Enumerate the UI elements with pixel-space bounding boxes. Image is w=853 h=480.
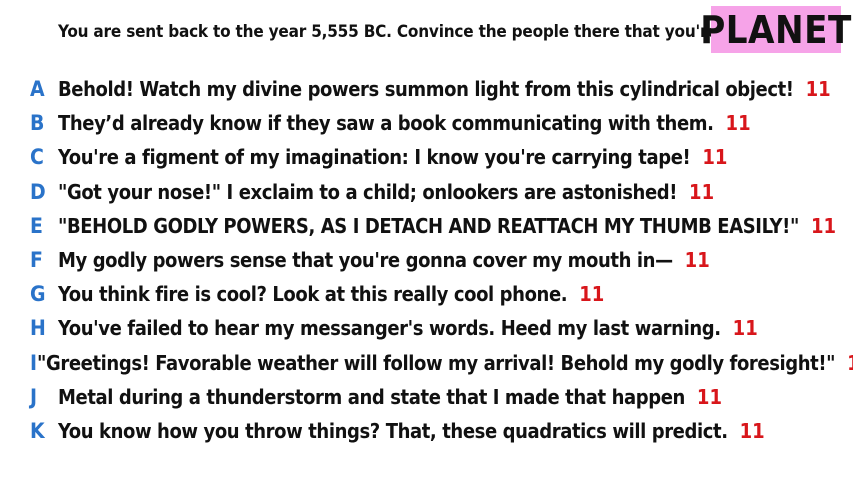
answer-letter: H: [30, 316, 46, 341]
answer-score: 11: [732, 316, 758, 341]
answer-text: "Greetings! Favorable weather will follo…: [37, 350, 836, 375]
answer-row: C You're a figment of my imagination: I …: [0, 140, 853, 174]
answer-text: "Got your nose!" I exclaim to a child; o…: [58, 179, 678, 204]
answer-score: 11: [702, 145, 728, 170]
answer-text: You've failed to hear my messanger's wor…: [58, 316, 721, 341]
answer-row: B They’d already know if they saw a book…: [0, 106, 853, 140]
answer-row: D "Got your nose!" I exclaim to a child;…: [0, 175, 853, 209]
answer-text: You're a figment of my imagination: I kn…: [58, 145, 691, 170]
answer-text: "BEHOLD GODLY POWERS, AS I DETACH AND RE…: [58, 213, 799, 238]
answer-text: You think fire is cool? Look at this rea…: [58, 282, 568, 307]
answer-score: 11: [725, 111, 751, 136]
answer-score: 11: [847, 351, 853, 375]
answer-score: 11: [739, 418, 765, 443]
answer-row: I "Greetings! Favorable weather will fol…: [0, 346, 853, 380]
answer-score: 11: [684, 248, 710, 273]
answer-text: My godly powers sense that you're gonna …: [58, 248, 673, 273]
answer-score: 11: [579, 282, 605, 307]
answer-letter: B: [30, 111, 45, 136]
answer-list: A Behold! Watch my divine powers summon …: [0, 72, 853, 448]
answer-letter: F: [30, 248, 43, 273]
answer-text: You know how you throw things? That, the…: [58, 418, 728, 443]
answer-text: Metal during a thunderstorm and state th…: [58, 384, 685, 409]
answer-row: G You think fire is cool? Look at this r…: [0, 277, 853, 311]
answer-letter: J: [30, 384, 38, 409]
answer-score: 11: [805, 77, 831, 102]
answer-score: 11: [689, 179, 715, 204]
question-prompt: You are sent back to the year 5,555 BC. …: [58, 22, 776, 42]
answer-row: J Metal during a thunderstorm and state …: [0, 380, 853, 414]
answer-text: They’d already know if they saw a book c…: [58, 111, 714, 136]
answer-text: Behold! Watch my divine powers summon li…: [58, 77, 794, 102]
answer-letter: I: [30, 350, 38, 375]
answer-letter: G: [30, 282, 46, 307]
answer-row: A Behold! Watch my divine powers summon …: [0, 72, 853, 106]
team-badge-label: PLANET: [700, 7, 852, 52]
answer-row: K You know how you throw things? That, t…: [0, 414, 853, 448]
answer-letter: K: [30, 418, 45, 443]
team-badge: PLANET: [700, 6, 851, 53]
answer-letter: C: [30, 145, 44, 170]
answer-row: F My godly powers sense that you're gonn…: [0, 243, 853, 277]
answer-letter: A: [30, 77, 45, 102]
answer-row: H You've failed to hear my messanger's w…: [0, 311, 853, 345]
answer-score: 11: [696, 384, 722, 409]
answer-score: 11: [810, 213, 836, 238]
answer-letter: D: [30, 179, 46, 204]
answer-row: E "BEHOLD GODLY POWERS, AS I DETACH AND …: [0, 209, 853, 243]
answer-letter: E: [30, 213, 43, 238]
